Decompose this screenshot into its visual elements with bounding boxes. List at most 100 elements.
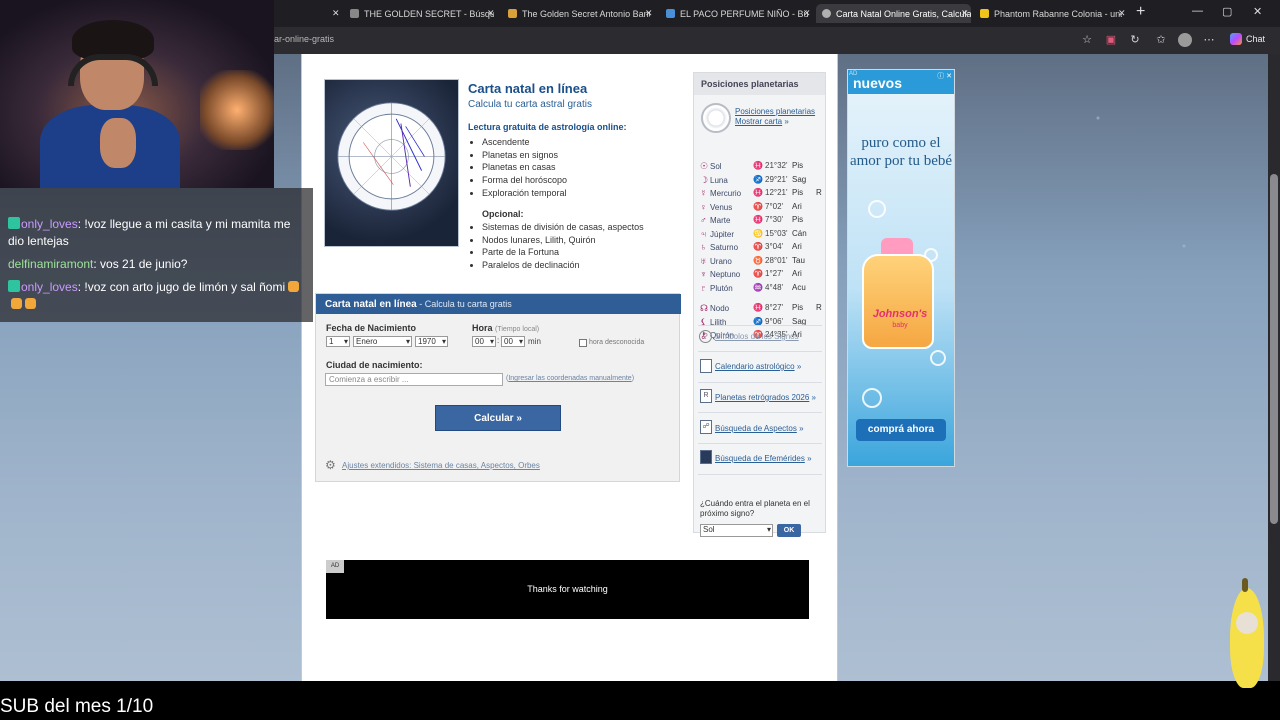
sign-glyph-icon: ♉ (753, 255, 763, 265)
tab-el-paco-perfume[interactable]: EL PACO PERFUME NIÑO - Búsqu (660, 4, 808, 23)
planet-degree: 4°48' (765, 282, 784, 292)
retrograde-flag: R (816, 188, 822, 197)
copilot-chat-button[interactable]: Chat (1230, 33, 1265, 45)
year-select[interactable]: 1970 (415, 336, 448, 347)
calendario-text[interactable]: Calendario astrológico (715, 362, 795, 371)
planet-select[interactable]: Sol (700, 524, 773, 537)
day-select[interactable]: 1 (326, 336, 350, 347)
chat-message: only_loves: !voz llegue a mi casita y mi… (8, 217, 291, 248)
planet-row: ☊ Nodo (700, 302, 729, 314)
planet-name: Mercurio (710, 189, 742, 198)
planet-name: Plutón (710, 283, 733, 293)
star-icon[interactable]: ☆ (1080, 33, 1094, 47)
tab-favicon-icon (508, 9, 517, 18)
planet-glyph-icon: ♀ (700, 201, 707, 212)
tab-golden-secret-search[interactable]: THE GOLDEN SECRET - Búsqueda (344, 4, 494, 23)
planet-glyph-icon: ☿ (700, 188, 707, 198)
list-item: Exploración temporal (482, 187, 567, 200)
planet-degree: 21°32' (765, 161, 788, 170)
planet-sign: Ari (792, 269, 802, 278)
close-tab-icon[interactable]: ✕ (955, 4, 969, 23)
aspectos-link[interactable]: Búsqueda de Aspectos » (715, 424, 804, 433)
close-tab-icon[interactable]: ✕ (639, 4, 653, 23)
profile-avatar-icon[interactable] (1178, 33, 1192, 47)
minimize-icon[interactable]: — (1192, 5, 1203, 17)
close-tab-icon[interactable]: ✕ (481, 4, 495, 23)
unknown-time-label: hora desconocida (589, 339, 645, 346)
close-tab-icon[interactable]: ✕ (1112, 4, 1126, 23)
planet-degree: 28°01' (765, 255, 788, 265)
list-item: Nodos lunares, Lilith, Quirón (482, 234, 644, 247)
retrogrados-link[interactable]: Planetas retrógrados 2026 » (715, 393, 816, 402)
refresh-icon[interactable]: ↻ (1128, 33, 1142, 47)
aspectos-text[interactable]: Búsqueda de Aspectos (715, 424, 797, 433)
new-tab-icon[interactable]: + (1136, 3, 1145, 21)
fecha-label: Fecha de Nacimiento (326, 323, 417, 333)
favorites-icon[interactable]: ✩ (1154, 33, 1168, 47)
hour-select[interactable]: 00 (472, 336, 496, 347)
planet-row: ♅ Urano (700, 255, 732, 267)
ad-close-icon[interactable]: ⓘ ✕ (937, 71, 952, 81)
extended-settings-link[interactable]: Ajustes extendidos: Sistema de casas, As… (342, 461, 540, 470)
planet-sign: Pis (792, 215, 804, 224)
planet-row: ☉ Sol (700, 160, 722, 172)
manual-coordinates-link[interactable]: (Ingresar las coordenadas manualmente) (506, 375, 634, 382)
extension-icon[interactable]: ▣ (1104, 33, 1118, 47)
page-title: Carta natal en línea (468, 81, 588, 96)
chat-text: !voz con arto jugo de limón y sal ñomi (81, 280, 286, 294)
chat-label: Chat (1246, 34, 1266, 44)
chat-username: delfinamiramont (8, 257, 94, 271)
planet-name: Nodo (710, 304, 730, 313)
close-tab-icon[interactable]: ✕ (797, 4, 811, 23)
show-chart-link[interactable]: Mostrar carta » (735, 117, 789, 126)
tab-phantom-rabanne[interactable]: Phantom Rabanne Colonia - una f (974, 4, 1122, 23)
buy-now-button[interactable]: comprá ahora (856, 419, 946, 441)
calendario-link[interactable]: Calendario astrológico » (715, 362, 801, 371)
right-ad-banner[interactable]: AD nuevos ⓘ ✕ puro como el amor por tu b… (847, 69, 955, 467)
bottom-ad[interactable]: AD Thanks for watching (326, 560, 809, 619)
url-field[interactable]: ar-online-gratis (274, 34, 334, 44)
city-input[interactable]: Comienza a escribir ... (325, 373, 503, 386)
tab-favicon-icon (980, 9, 989, 18)
product-bottle (862, 254, 934, 349)
planetary-positions-sidebar: Posiciones planetarias Posiciones planet… (693, 72, 826, 537)
divider (698, 382, 822, 383)
ciudad-label: Ciudad de nacimiento: (326, 360, 423, 370)
divider (698, 412, 822, 413)
tab-carta-natal[interactable]: Carta Natal Online Gratis, Calcula (816, 4, 971, 23)
efemerides-link[interactable]: Búsqueda de Efemérides » (715, 454, 812, 463)
banana-costume (1230, 588, 1264, 688)
tab-golden-secret-antonio[interactable]: The Golden Secret Antonio Bande (502, 4, 650, 23)
tab-favicon-icon (666, 9, 675, 18)
unknown-time-checkbox[interactable] (579, 339, 587, 347)
main-content: Carta natal en línea Calcula tu carta as… (301, 54, 838, 681)
minute-select[interactable]: 00 (501, 336, 525, 347)
natal-chart-image[interactable] (324, 79, 459, 247)
planet-degree: 15°03' (765, 228, 788, 238)
ok-button[interactable]: OK (777, 524, 801, 537)
scrollbar-thumb[interactable] (1270, 174, 1278, 524)
maximize-icon[interactable]: ▢ (1222, 5, 1232, 18)
manual-link-text[interactable]: Ingresar las coordenadas manualmente (508, 375, 631, 382)
calcular-button[interactable]: Calcular » (435, 405, 561, 431)
planet-sign: Cán (792, 228, 807, 238)
efemerides-text[interactable]: Búsqueda de Efemérides (715, 454, 805, 463)
show-chart-text[interactable]: Mostrar carta (735, 117, 782, 126)
more-menu-icon[interactable]: ⋯ (1202, 33, 1216, 47)
cat-emote-icon (25, 298, 36, 309)
planetary-positions-link[interactable]: Posiciones planetarias (735, 107, 815, 116)
form-header-title: Carta natal en línea (325, 299, 417, 310)
close-window-icon[interactable]: ✕ (1253, 5, 1262, 18)
hora-label: Hora (Tiempo local) (472, 323, 539, 333)
planet-row: ☽ Luna (700, 174, 728, 186)
simbolos-link[interactable]: Símbolos de los Signos (715, 332, 799, 341)
month-select[interactable]: Enero (353, 336, 412, 347)
next-sign-question: ¿Cuándo entra el planeta en el próximo s… (700, 499, 810, 518)
lectura-heading: Lectura gratuita de astrología online: (468, 122, 627, 132)
divider (698, 443, 822, 444)
chart-wheel-icon[interactable] (701, 103, 731, 133)
tab-title: Carta Natal Online Gratis, Calcula (836, 8, 971, 19)
retrogrados-text[interactable]: Planetas retrógrados 2026 (715, 393, 809, 402)
hora-hint: (Tiempo local) (495, 326, 540, 333)
close-tab-icon[interactable]: ✕ (326, 4, 340, 23)
